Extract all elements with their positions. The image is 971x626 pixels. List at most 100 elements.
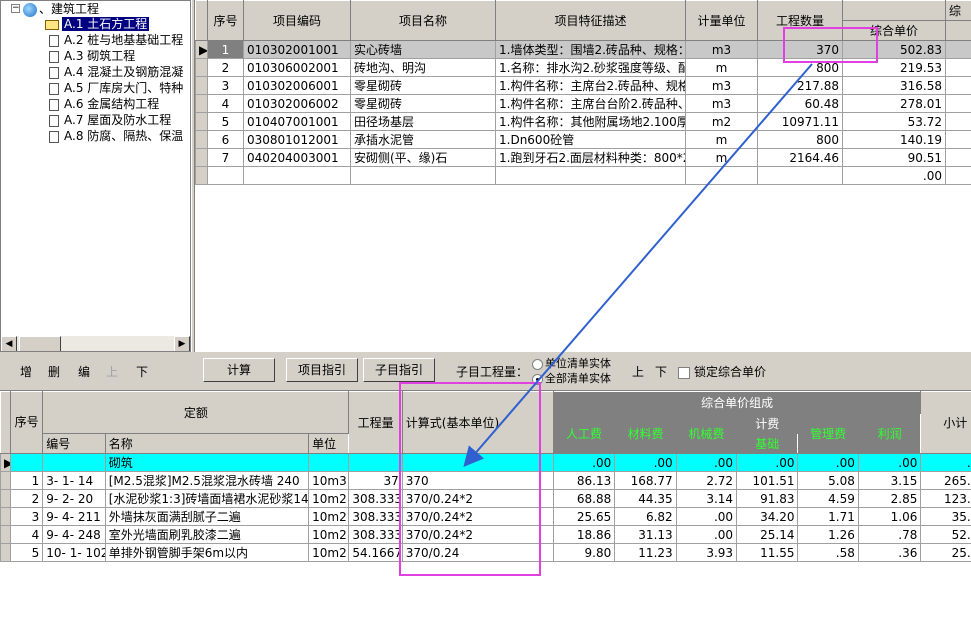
table-cell[interactable]: 52.03 bbox=[920, 525, 971, 544]
table-cell[interactable]: 25.65 bbox=[552, 507, 616, 526]
table-cell[interactable]: 11.55 bbox=[736, 543, 799, 562]
table-cell[interactable]: m2 bbox=[685, 112, 758, 131]
table-cell[interactable]: 11.23 bbox=[614, 543, 677, 562]
table-cell[interactable]: 123.81 bbox=[920, 489, 971, 508]
row-indicator[interactable] bbox=[0, 489, 12, 508]
table-cell[interactable]: .00 bbox=[857, 453, 922, 472]
current-row-icon[interactable]: ▶ bbox=[0, 453, 12, 472]
table-cell[interactable]: 田径场基层 bbox=[350, 112, 496, 131]
table-cell[interactable]: 1.名称：排水沟2.砂浆强度等级、配 bbox=[495, 58, 686, 77]
table-cell[interactable]: 2 bbox=[10, 489, 44, 508]
table-cell[interactable] bbox=[308, 453, 350, 472]
table-cell[interactable]: 308.3333 bbox=[348, 507, 403, 526]
table-cell[interactable]: 308.3333 bbox=[348, 489, 403, 508]
radio-all-entity[interactable]: 全部清单实体 bbox=[532, 370, 611, 386]
row-indicator[interactable] bbox=[195, 166, 208, 185]
table-cell[interactable]: 室外光墙面刷乳胶漆二遍 bbox=[104, 525, 310, 544]
table-cell[interactable]: 68.88 bbox=[552, 489, 616, 508]
table-row[interactable]: 4 010302006002 零星砌砖 1.构件名称：主席台台阶2.砖品种、 m3 60.… bbox=[195, 94, 971, 113]
table-cell[interactable]: 010302006001 bbox=[243, 76, 351, 95]
tree-root[interactable]: 、建筑工程 bbox=[23, 1, 99, 17]
table-cell[interactable]: m bbox=[685, 148, 758, 167]
table-cell[interactable]: m bbox=[685, 58, 758, 77]
table-cell[interactable]: 10971.11 bbox=[757, 112, 843, 131]
table-cell[interactable]: 3.93 bbox=[675, 543, 738, 562]
table-cell[interactable]: .00 bbox=[675, 453, 738, 472]
table-cell[interactable]: .00 bbox=[842, 166, 946, 185]
table-cell[interactable]: 零星砌砖 bbox=[350, 94, 496, 113]
table-row[interactable]: 7 040204003001 安砌侧(平、缘)石 1.跑到牙石2.面层材料种类：800… bbox=[195, 148, 971, 167]
row-indicator[interactable] bbox=[0, 471, 12, 490]
table-cell[interactable]: 34.20 bbox=[736, 507, 799, 526]
table-cell[interactable]: .00 bbox=[614, 453, 677, 472]
table-cell[interactable]: 1.06 bbox=[857, 507, 922, 526]
edit-button[interactable]: 编 bbox=[78, 363, 90, 380]
table-cell[interactable]: 2164.46 bbox=[757, 148, 843, 167]
project-guide-button[interactable]: 项目指引 bbox=[286, 358, 358, 382]
table-cell[interactable]: .00 bbox=[736, 453, 799, 472]
table-cell[interactable]: 168.77 bbox=[614, 471, 677, 490]
table-cell[interactable]: 零星砌砖 bbox=[350, 76, 496, 95]
tree-item-a3[interactable]: A.3 砌筑工程 bbox=[49, 48, 135, 64]
table-cell[interactable] bbox=[495, 166, 686, 185]
table-cell[interactable]: 3.14 bbox=[675, 489, 738, 508]
table-cell[interactable]: 10m2 bbox=[308, 489, 350, 508]
table-cell[interactable]: 2.85 bbox=[857, 489, 922, 508]
table-cell[interactable]: 1 bbox=[10, 471, 44, 490]
table-cell[interactable]: [水泥砂浆1:3]砖墙面墙裙水泥砂浆14+ bbox=[104, 489, 310, 508]
table-cell[interactable]: 316.58 bbox=[842, 76, 946, 95]
table-cell[interactable]: .58 bbox=[797, 543, 859, 562]
table-cell[interactable]: 1 bbox=[207, 40, 244, 59]
table-cell[interactable]: 10- 1- 102 bbox=[42, 543, 106, 562]
table-cell[interactable]: 44.35 bbox=[614, 489, 677, 508]
table-cell[interactable]: 86.13 bbox=[552, 471, 616, 490]
calculate-button[interactable]: 计算 bbox=[203, 358, 275, 382]
scroll-thumb[interactable] bbox=[19, 336, 61, 351]
table-cell[interactable]: .00 bbox=[920, 453, 971, 472]
tree-item-a6[interactable]: A.6 金属结构工程 bbox=[49, 96, 159, 112]
table-cell[interactable]: 25.90 bbox=[920, 543, 971, 562]
table-cell[interactable]: 91.83 bbox=[736, 489, 799, 508]
table-cell[interactable]: 030801012001 bbox=[243, 130, 351, 149]
table-cell[interactable]: m3 bbox=[685, 76, 758, 95]
table-cell[interactable]: 安砌侧(平、缘)石 bbox=[350, 148, 496, 167]
table-cell[interactable]: 5 bbox=[207, 112, 244, 131]
table-cell[interactable]: 砖地沟、明沟 bbox=[350, 58, 496, 77]
table-cell[interactable]: 1.跑到牙石2.面层材料种类：800*2 bbox=[495, 148, 686, 167]
radio-unit-entity[interactable]: 单位清单实体 bbox=[532, 355, 611, 371]
table-cell[interactable]: .00 bbox=[675, 525, 738, 544]
table-cell[interactable]: 1.构件名称：其他附属场地2.100厚 bbox=[495, 112, 686, 131]
table-cell[interactable]: 1.墙体类型：围墙2.砖品种、规格： bbox=[495, 40, 686, 59]
lock-price-checkbox[interactable]: 锁定综合单价 bbox=[678, 363, 766, 380]
table-cell[interactable]: 10m2 bbox=[308, 525, 350, 544]
table-cell[interactable]: 5.08 bbox=[797, 471, 859, 490]
table-cell[interactable]: 265.85 bbox=[920, 471, 971, 490]
row-indicator[interactable] bbox=[195, 76, 208, 95]
table-cell[interactable]: 9- 4- 211 bbox=[42, 507, 106, 526]
move-down-button[interactable]: 下 bbox=[136, 363, 148, 380]
table-cell[interactable]: 217.88 bbox=[757, 76, 843, 95]
table-cell[interactable] bbox=[350, 166, 496, 185]
tree-item-a8[interactable]: A.8 防腐、隔热、保温 bbox=[49, 128, 183, 144]
table-cell[interactable]: m3 bbox=[685, 94, 758, 113]
table-cell[interactable]: 35.24 bbox=[920, 507, 971, 526]
tree-item-a2[interactable]: A.2 桩与地基基础工程 bbox=[49, 32, 183, 48]
table-cell[interactable]: 3 bbox=[10, 507, 44, 526]
table-cell[interactable]: 单排外钢管脚手架6m以内 bbox=[104, 543, 310, 562]
table-cell[interactable]: 140.19 bbox=[842, 130, 946, 149]
table-cell[interactable]: 3- 1- 14 bbox=[42, 471, 106, 490]
table-cell[interactable]: [M2.5混浆]M2.5混浆混水砖墙 240 bbox=[104, 471, 310, 490]
table-cell[interactable]: 101.51 bbox=[736, 471, 799, 490]
delete-button[interactable]: 删 bbox=[48, 363, 60, 380]
table-cell[interactable]: 3 bbox=[207, 76, 244, 95]
up-button[interactable]: 上 bbox=[632, 363, 644, 380]
row-indicator[interactable] bbox=[195, 130, 208, 149]
table-cell[interactable]: 010306002001 bbox=[243, 58, 351, 77]
table-cell[interactable] bbox=[685, 166, 758, 185]
table-cell[interactable]: 1.构件名称：主席台台阶2.砖品种、 bbox=[495, 94, 686, 113]
table-cell[interactable]: .00 bbox=[797, 453, 859, 472]
table-row[interactable]: .00 bbox=[195, 166, 971, 185]
tree-item-a1[interactable]: A.1 土石方工程 bbox=[45, 16, 150, 32]
table-cell[interactable]: 800 bbox=[757, 130, 843, 149]
table-cell[interactable]: 6.82 bbox=[614, 507, 677, 526]
